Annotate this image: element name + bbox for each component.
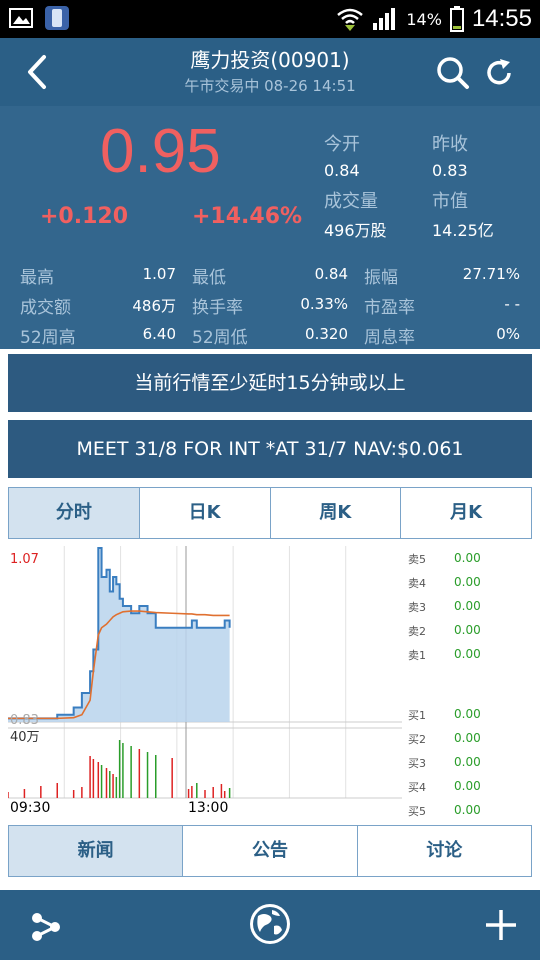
prev-close-value: 0.83 (432, 161, 468, 180)
refresh-icon[interactable] (482, 56, 516, 90)
ask-4: 卖4 0.00 (408, 575, 481, 590)
delay-notice: 当前行情至少延时15分钟或以上 (8, 354, 532, 412)
bid-2: 买2 0.00 (408, 731, 481, 746)
y-bottom-label: 0.83 (10, 713, 39, 728)
wifi-icon (337, 8, 364, 31)
status-time: 14:55 (471, 5, 532, 32)
chart-tabs: 分时 日K 周K 月K (8, 487, 532, 539)
stat-value: 0.84 (314, 265, 348, 283)
bid-5: 买5 0.00 (408, 803, 481, 818)
ask-3: 卖3 0.00 (408, 599, 481, 614)
prev-close-label: 昨收 (432, 134, 468, 155)
volume-label: 成交量 (324, 191, 378, 212)
order-book: 卖5 0.00 卖4 0.00 卖3 0.00 卖2 0.00 卖1 0.00 买1 0.0… (406, 548, 534, 820)
search-icon[interactable] (436, 56, 470, 90)
tab-news[interactable]: 新闻 (9, 826, 184, 876)
volume-value: 496万股 (324, 221, 387, 240)
intraday-chart[interactable]: 1.07 0.83 40万 09:30 13:00 (8, 546, 402, 818)
stat-value: - - (504, 295, 520, 313)
battery-icon (449, 6, 464, 32)
volume-scale-label: 40万 (10, 730, 40, 745)
stat-label: 换手率 (192, 298, 243, 318)
bid-4: 买4 0.00 (408, 779, 481, 794)
open-label: 今开 (324, 134, 360, 155)
ask-5: 卖5 0.00 (408, 551, 481, 566)
stat-label: 52周高 (20, 328, 76, 348)
stat-label: 市盈率 (364, 298, 415, 318)
stat-label: 振幅 (364, 268, 398, 288)
status-bar: 14% 14:55 (0, 0, 540, 38)
y-top-label: 1.07 (10, 552, 39, 567)
bottom-toolbar (0, 890, 540, 960)
news-ticker[interactable]: MEET 31/8 FOR INT *AT 31/7 NAV:$0.061 (8, 420, 532, 478)
plus-icon[interactable] (484, 908, 518, 942)
mktcap-label: 市值 (432, 191, 468, 212)
tab-discussion[interactable]: 讨论 (357, 826, 531, 876)
app-root: { "status_bar": { "battery_percent": "14… (0, 0, 540, 960)
app-header: 鹰力投资(00901) 午市交易中 08-26 14:51 (0, 38, 540, 106)
signal-icon (373, 8, 396, 30)
tab-weekly-k[interactable]: 周K (270, 488, 402, 538)
stat-value: 0.320 (305, 325, 348, 343)
stat-value: 6.40 (142, 325, 176, 343)
x-tick-label: 13:00 (188, 800, 228, 816)
bid-3: 买3 0.00 (408, 755, 481, 770)
ask-2: 卖2 0.00 (408, 623, 481, 638)
stat-label: 最低 (192, 268, 226, 288)
battery-percent: 14% (406, 9, 442, 29)
stat-label: 52周低 (192, 328, 248, 348)
ask-1: 卖1 0.00 (408, 647, 481, 662)
stat-label: 成交额 (20, 298, 71, 318)
stats-row: 成交额 486万 换手率 0.33% 市盈率 - - (0, 289, 540, 319)
bid-1: 买1 0.00 (408, 707, 481, 722)
quote-panel: 0.95 +0.120 +14.46% 今开 0.84 昨收 0.83 成交量 … (0, 106, 540, 349)
stat-value: 1.07 (142, 265, 176, 283)
mktcap-value: 14.25亿 (432, 221, 494, 240)
stats-row: 最高 1.07 最低 0.84 振幅 27.71% (0, 259, 540, 289)
stat-value: 0% (496, 325, 520, 343)
x-tick-label: 09:30 (10, 800, 50, 816)
tab-intraday[interactable]: 分时 (9, 488, 140, 538)
price-change: +0.120 (40, 204, 129, 229)
info-tabs: 新闻 公告 讨论 (8, 825, 532, 877)
stats-row: 52周高 6.40 52周低 0.320 周息率 0% (0, 319, 540, 349)
stat-value: 0.33% (300, 295, 348, 313)
phone-icon (45, 6, 69, 30)
open-value: 0.84 (324, 161, 360, 180)
price-change-percent: +14.46% (192, 204, 303, 229)
stat-label: 最高 (20, 268, 54, 288)
last-price: 0.95 (100, 117, 221, 186)
tab-announcements[interactable]: 公告 (183, 826, 358, 876)
share-icon[interactable] (30, 910, 62, 942)
stat-value: 27.71% (462, 265, 520, 283)
tab-daily-k[interactable]: 日K (139, 488, 271, 538)
tab-monthly-k[interactable]: 月K (401, 488, 531, 538)
stat-label: 周息率 (364, 328, 415, 348)
globe-icon[interactable] (248, 902, 292, 946)
image-icon (9, 8, 33, 28)
stat-value: 486万 (132, 297, 176, 315)
